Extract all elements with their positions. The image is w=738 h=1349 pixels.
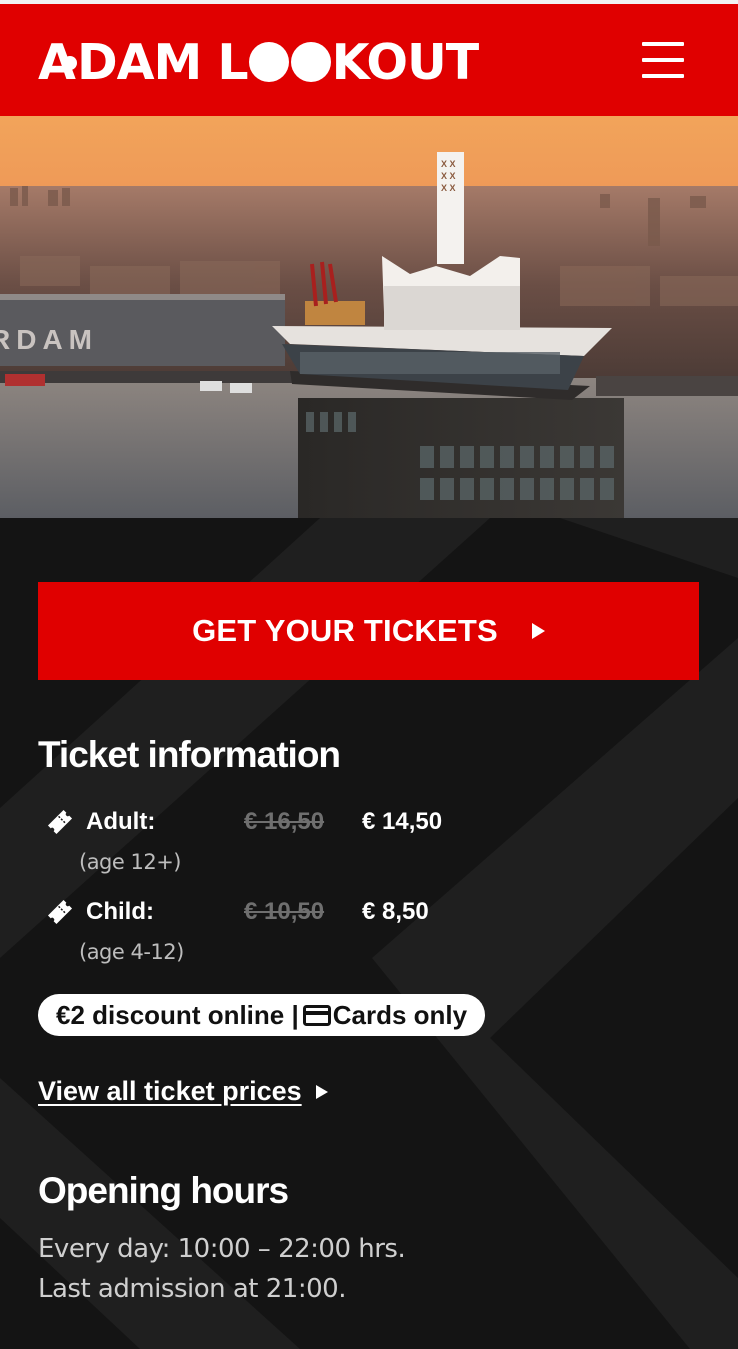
ticket-icon [47, 809, 73, 835]
svg-text:X X: X X [441, 171, 456, 181]
credit-card-icon [302, 1004, 331, 1026]
logo-kout: KOUT [331, 33, 480, 91]
site-header: A DAM L KOUT [0, 4, 738, 116]
ticket-icon [47, 899, 73, 925]
ticket-price: € 8,50 [362, 898, 429, 925]
logo-apostrophe-dot [62, 56, 77, 70]
logo-circle-o1 [248, 42, 289, 82]
ticket-age: (age 4-12) [79, 940, 184, 964]
play-arrow-icon [531, 623, 545, 639]
opening-hours-text: Every day: 10:00 – 22:00 hrs. [38, 1234, 406, 1264]
hamburger-menu-icon[interactable] [642, 42, 684, 78]
view-all-ticket-prices-link[interactable]: View all ticket prices [38, 1076, 328, 1107]
ticket-label: Adult: [86, 808, 156, 835]
discount-text: €2 discount online | [56, 999, 299, 1030]
play-arrow-icon [315, 1084, 328, 1099]
ticket-old-price: € 16,50 [244, 808, 325, 835]
ticket-information-heading: Ticket information [38, 734, 341, 775]
svg-text:X X: X X [441, 183, 456, 193]
ticket-old-price: € 10,50 [244, 898, 325, 925]
opening-hours-heading: Opening hours [38, 1170, 289, 1211]
view-all-label: View all ticket prices [38, 1076, 302, 1106]
get-tickets-label: GET YOUR TICKETS [192, 613, 498, 648]
get-tickets-button[interactable]: GET YOUR TICKETS [38, 582, 699, 680]
ticket-age: (age 12+) [79, 850, 182, 874]
discount-badge: €2 discount online | Cards only [38, 994, 486, 1036]
ticket-price: € 14,50 [362, 808, 443, 835]
hero-building-sign: RDAM [0, 324, 98, 355]
cards-only-text: Cards only [332, 999, 468, 1030]
info-section: GET YOUR TICKETS Ticket information Adul… [0, 518, 738, 1349]
ticket-label: Child: [86, 898, 154, 925]
logo-dam-l: DAM L [76, 33, 249, 91]
adam-lookout-logo[interactable]: A DAM L KOUT [38, 33, 480, 91]
svg-text:X X: X X [441, 159, 456, 169]
last-admission-text: Last admission at 21:00. [38, 1274, 346, 1304]
amsterdam-skyline-photo: RDAM X X X X X X [0, 116, 738, 518]
hero-image: RDAM X X X X X X [0, 116, 738, 518]
logo-circle-o2 [290, 42, 331, 82]
